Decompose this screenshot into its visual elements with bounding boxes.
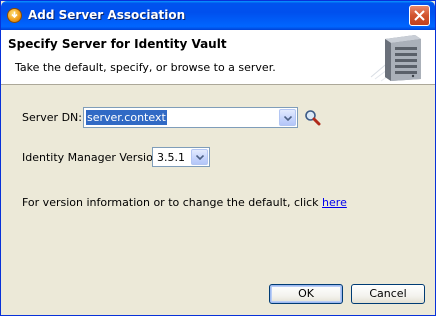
version-info-text: For version information or to change the… — [22, 196, 347, 209]
version-dropdown-button[interactable] — [191, 149, 208, 165]
chevron-down-icon — [196, 155, 204, 160]
server-dn-combobox[interactable]: server.context — [83, 107, 298, 128]
server-dn-dropdown-button[interactable] — [279, 109, 296, 126]
ok-button[interactable]: OK — [269, 284, 343, 304]
browse-search-icon[interactable] — [304, 109, 321, 126]
close-icon — [414, 10, 425, 21]
server-tower-icon — [370, 35, 421, 82]
header-title: Specify Server for Identity Vault — [8, 37, 227, 51]
dialog-window: Add Server Association Specify Server fo… — [0, 0, 436, 316]
chevron-down-icon — [284, 116, 292, 121]
server-dn-label: Server DN: — [22, 111, 82, 124]
header-description: Take the default, specify, or browse to … — [15, 61, 276, 74]
server-dn-value[interactable]: server.context — [86, 110, 167, 125]
version-value[interactable]: 3.5.1 — [156, 150, 186, 165]
close-button[interactable] — [409, 5, 430, 26]
version-combobox[interactable]: 3.5.1 — [152, 147, 210, 167]
app-icon — [7, 8, 22, 23]
title-bar[interactable]: Add Server Association — [1, 1, 435, 30]
wizard-header: Specify Server for Identity Vault Take t… — [1, 30, 435, 85]
version-label: Identity Manager Version: — [22, 151, 164, 164]
cancel-button[interactable]: Cancel — [351, 284, 425, 304]
window-title: Add Server Association — [28, 8, 186, 22]
version-info-link[interactable]: here — [322, 196, 347, 209]
version-info-message: For version information or to change the… — [22, 196, 323, 209]
